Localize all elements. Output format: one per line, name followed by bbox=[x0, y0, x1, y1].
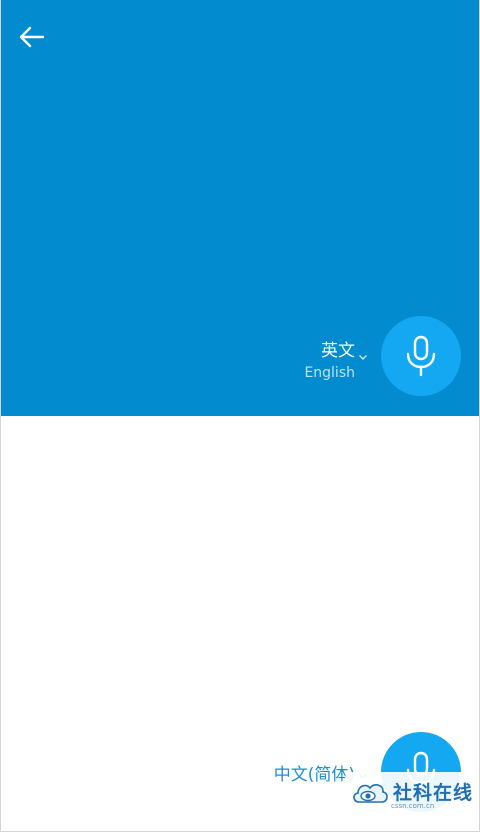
source-mic-button[interactable] bbox=[381, 316, 461, 396]
watermark-logo: 社科在线 cssn.com.cn bbox=[345, 772, 475, 814]
watermark-url: cssn.com.cn bbox=[391, 802, 435, 810]
target-language-name: 中文(简体) bbox=[273, 765, 355, 785]
source-panel[interactable]: 英文 English bbox=[1, 0, 479, 416]
target-language-selector[interactable]: 中文(简体) bbox=[273, 764, 367, 786]
source-language-selector[interactable]: 英文 English bbox=[304, 340, 367, 383]
watermark-text: 社科在线 bbox=[393, 782, 474, 804]
cloud-eye-logo-icon bbox=[353, 783, 388, 803]
source-language-subtitle: English bbox=[304, 365, 355, 381]
chevron-down-icon bbox=[359, 355, 367, 360]
arrow-left-icon bbox=[19, 26, 45, 48]
translator-screen: 英文 English 中文(简体) 社科在线 cssn.com.cn bbox=[0, 0, 480, 832]
back-button[interactable] bbox=[15, 20, 49, 54]
source-language-name: 英文 bbox=[321, 341, 355, 361]
microphone-icon bbox=[406, 335, 436, 377]
